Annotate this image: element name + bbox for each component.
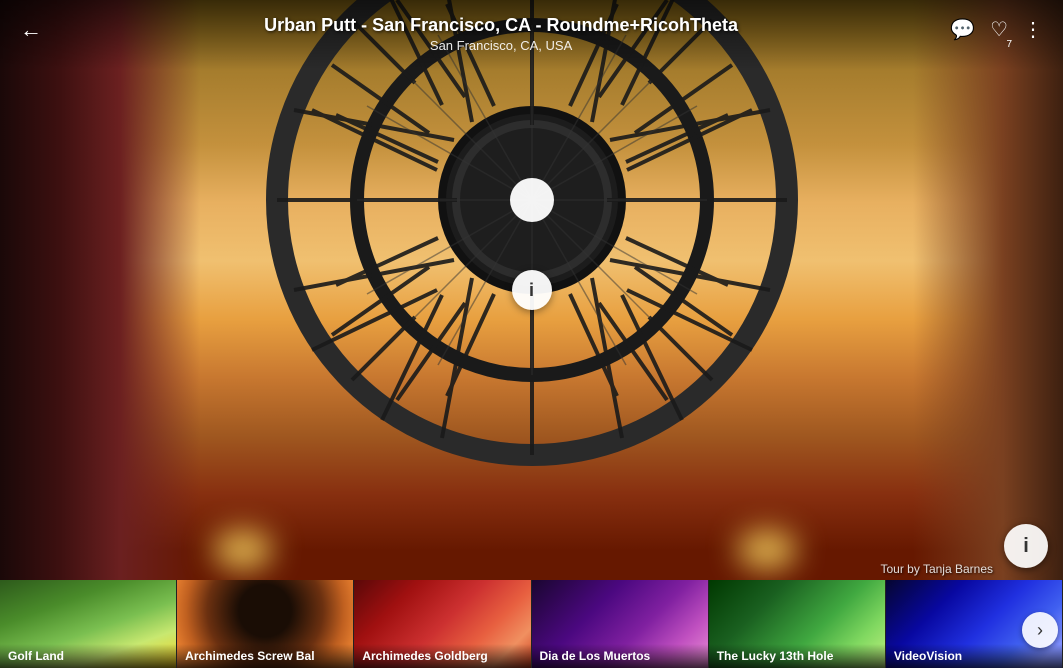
thumb-label-archimedes-screw: Archimedes Screw Bal bbox=[177, 644, 353, 668]
right-wall bbox=[913, 0, 1063, 580]
left-wall bbox=[0, 0, 200, 580]
more-options-button[interactable]: ⋮ bbox=[1023, 17, 1043, 42]
thumbnail-archimedes-screw[interactable]: Archimedes Screw Bal bbox=[177, 580, 354, 668]
next-arrow-button[interactable]: › bbox=[1022, 612, 1058, 648]
info-center-button[interactable]: i bbox=[512, 270, 552, 310]
thumb-label-dia-de-los-muertos: Dia de Los Muertos bbox=[532, 644, 708, 668]
thumb-label-lucky-13th-hole: The Lucky 13th Hole bbox=[709, 644, 885, 668]
tour-attribution: Tour by Tanja Barnes bbox=[880, 562, 993, 576]
main-title: Urban Putt - San Francisco, CA - Roundme… bbox=[52, 15, 950, 36]
heart-button[interactable]: ♡ 7 bbox=[990, 17, 1008, 42]
thumbnail-strip: Golf Land Archimedes Screw Bal Archimede… bbox=[0, 580, 1063, 668]
comment-button[interactable]: 💬 bbox=[950, 17, 975, 42]
top-header: ← Urban Putt - San Francisco, CA - Round… bbox=[0, 0, 1063, 70]
info-bottom-button[interactable]: i bbox=[1004, 524, 1048, 568]
thumb-label-golf-land: Golf Land bbox=[0, 644, 176, 668]
title-area: Urban Putt - San Francisco, CA - Roundme… bbox=[52, 15, 950, 53]
back-button[interactable]: ← bbox=[20, 17, 52, 43]
thumbnail-archimedes-goldberg[interactable]: Archimedes Goldberg bbox=[354, 580, 531, 668]
panorama-view: i ← Urban Putt - San Francisco, CA - Rou… bbox=[0, 0, 1063, 580]
heart-count: 7 bbox=[1006, 39, 1012, 50]
top-icons: 💬 ♡ 7 ⋮ bbox=[950, 17, 1043, 42]
thumbnail-golf-land[interactable]: Golf Land bbox=[0, 580, 177, 668]
heart-icon: ♡ bbox=[990, 19, 1008, 41]
thumb-label-archimedes-goldberg: Archimedes Goldberg bbox=[354, 644, 530, 668]
subtitle: San Francisco, CA, USA bbox=[52, 38, 950, 53]
thumbnail-lucky-13th-hole[interactable]: The Lucky 13th Hole bbox=[709, 580, 886, 668]
thumbnail-dia-de-los-muertos[interactable]: Dia de Los Muertos bbox=[532, 580, 709, 668]
